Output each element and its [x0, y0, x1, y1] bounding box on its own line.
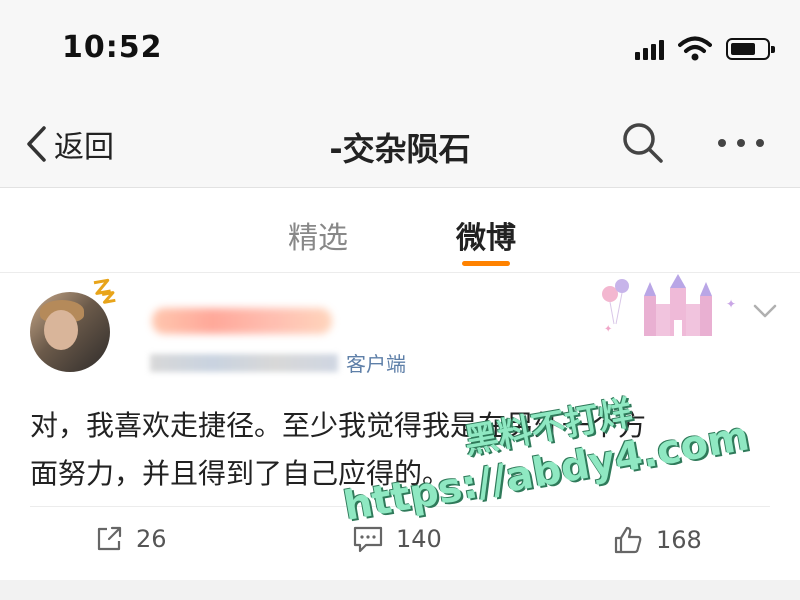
- comment-icon: [353, 526, 383, 553]
- back-label: 返回: [54, 130, 114, 165]
- repost-button[interactable]: 26: [94, 524, 167, 554]
- post-text-line: 对，我喜欢走捷径。至少我觉得我是在另外一个方: [30, 409, 647, 442]
- feed-separator: [0, 580, 800, 600]
- battery-icon: [726, 38, 775, 60]
- tab-active-indicator: [462, 261, 510, 266]
- like-button[interactable]: 168: [612, 524, 702, 556]
- status-time: 10:52: [62, 30, 163, 65]
- status-icons: [635, 36, 775, 62]
- like-icon: [614, 526, 642, 554]
- more-icon[interactable]: [714, 120, 768, 166]
- username-blurred[interactable]: [152, 308, 332, 334]
- post-text-line: 面努力，并且得到了自己应得的。: [30, 457, 451, 490]
- repost-count: 26: [136, 525, 167, 553]
- nav-bar: 返回 -交杂陨石: [0, 100, 800, 188]
- like-count: 168: [656, 526, 702, 554]
- wifi-icon: [678, 36, 712, 61]
- page-title: -交杂陨石: [329, 130, 471, 168]
- castle-decoration-icon: ✦ ✦: [602, 274, 736, 336]
- tab-weibo[interactable]: 微博: [456, 213, 516, 257]
- status-bar: 10:52: [0, 0, 800, 100]
- chevron-down-icon[interactable]: [752, 302, 778, 320]
- svg-text:✦: ✦: [726, 297, 736, 311]
- post-meta-blurred: [150, 354, 338, 372]
- tab-featured[interactable]: 精选: [288, 213, 348, 257]
- post-actions: 26 140 168: [0, 524, 800, 564]
- tab-bar: 精选 微博: [0, 189, 800, 273]
- post-text: 对，我喜欢走捷径。至少我觉得我是在另外一个方 面努力，并且得到了自己应得的。: [30, 402, 780, 498]
- comment-button[interactable]: 140: [352, 524, 442, 554]
- back-chevron-icon: [27, 126, 46, 162]
- signal-icon: [635, 38, 664, 60]
- sleep-badge-icon: [91, 276, 118, 310]
- divider: [30, 506, 770, 507]
- search-icon[interactable]: [620, 120, 666, 166]
- post-card: 客户端 ✦ ✦ 对，我喜欢走捷径。至少我觉得我是在另外一个方 面努力，并且得到了…: [0, 274, 800, 580]
- back-button[interactable]: 返回: [24, 122, 114, 166]
- repost-icon: [97, 526, 122, 551]
- comment-count: 140: [396, 525, 442, 553]
- post-source: 客户端: [346, 352, 406, 376]
- svg-text:✦: ✦: [604, 324, 612, 335]
